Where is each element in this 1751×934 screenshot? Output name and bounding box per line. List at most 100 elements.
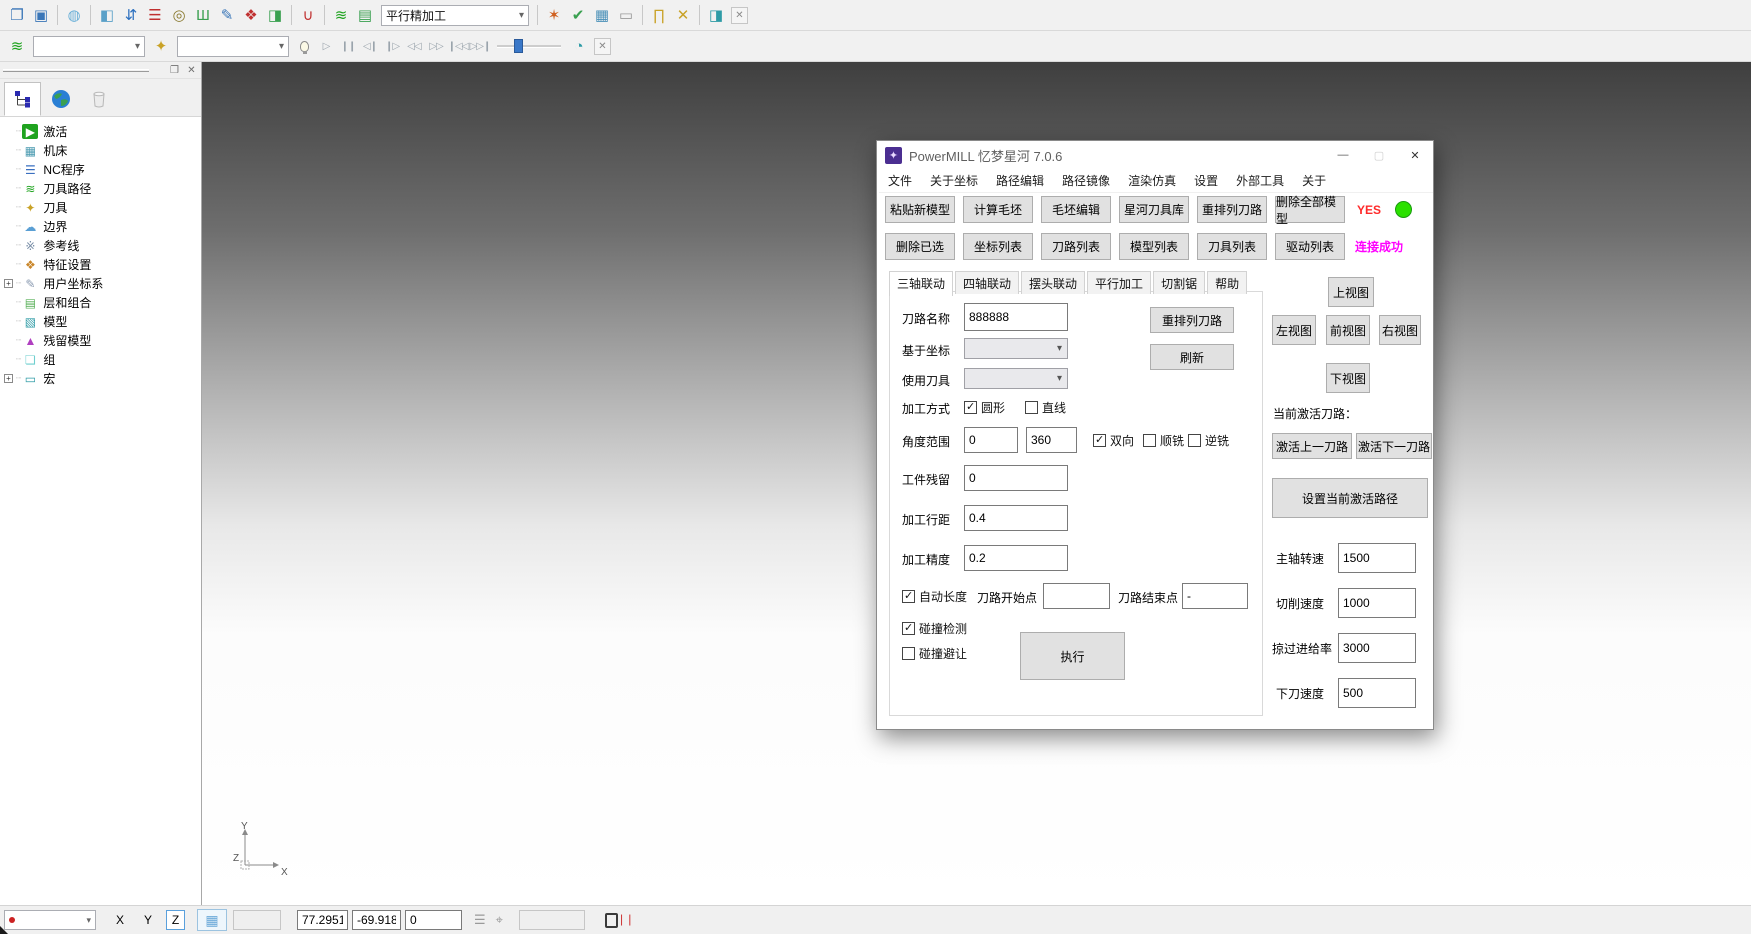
refresh-button[interactable]: 刷新 bbox=[1150, 344, 1234, 370]
angle-end-input[interactable] bbox=[1026, 427, 1077, 453]
front-view-button[interactable]: 前视图 bbox=[1326, 315, 1370, 345]
angle-start-input[interactable] bbox=[964, 427, 1018, 453]
block-edit-button[interactable]: 毛坯编辑 bbox=[1041, 196, 1111, 223]
resize-grip[interactable] bbox=[0, 926, 8, 934]
coordinate-x-field[interactable] bbox=[297, 910, 348, 930]
activate-prev-toolpath-button[interactable]: 激活上一刀路 bbox=[1272, 433, 1352, 459]
ruler-icon[interactable]: ▭ bbox=[614, 3, 638, 27]
probe-position-icon[interactable]: ⌖ bbox=[496, 912, 503, 928]
cutting-speed-input[interactable] bbox=[1338, 588, 1416, 618]
rewind-button[interactable]: ◁◁ bbox=[403, 34, 425, 58]
delete-all-models-button[interactable]: 删除全部模型 bbox=[1275, 196, 1345, 223]
clipboard-pause-icon[interactable] bbox=[605, 913, 618, 928]
open-project-icon[interactable]: ❐ bbox=[5, 3, 29, 27]
end-point-input[interactable] bbox=[1182, 583, 1248, 609]
based-coordinate-combo[interactable]: ▾ bbox=[964, 338, 1068, 359]
conventional-mill-checkbox[interactable]: 逆铣 bbox=[1188, 432, 1229, 449]
tab-saw[interactable]: 切割锯 bbox=[1153, 271, 1205, 294]
tool-pair-icon[interactable]: ∏ bbox=[647, 3, 671, 27]
rearrange-toolpath-button[interactable]: 重排列刀路 bbox=[1150, 307, 1234, 333]
window-minimize-button[interactable]: — bbox=[1325, 141, 1361, 169]
step-back-button[interactable]: ◁❙ bbox=[359, 34, 381, 58]
tab-tilting-head[interactable]: 摆头联动 bbox=[1021, 271, 1085, 294]
stepover-input[interactable] bbox=[964, 505, 1068, 531]
tool-list-button[interactable]: 刀具列表 bbox=[1197, 233, 1267, 260]
skim-feed-input[interactable] bbox=[1338, 633, 1416, 663]
explorer-tree-tab[interactable] bbox=[4, 82, 41, 116]
active-toolpath-icon[interactable]: ≋ bbox=[329, 3, 353, 27]
toolpath-name-input[interactable] bbox=[964, 303, 1068, 331]
coordinate-y-field[interactable] bbox=[352, 910, 401, 930]
tree-item-groups[interactable]: ┈❏组 bbox=[2, 350, 201, 369]
menu-coordinates[interactable]: 关于坐标 bbox=[921, 169, 987, 192]
tree-item-macros[interactable]: +┈▭宏 bbox=[2, 369, 201, 388]
tree-item-workplanes[interactable]: +┈✎用户坐标系 bbox=[2, 274, 201, 293]
window-close-button[interactable]: ✕ bbox=[1397, 141, 1433, 169]
top-view-button[interactable]: 上视图 bbox=[1328, 277, 1374, 307]
climb-mill-checkbox[interactable]: 顺铣 bbox=[1143, 432, 1184, 449]
expand-plus-icon[interactable]: + bbox=[4, 374, 13, 383]
circular-checkbox[interactable]: 圆形 bbox=[964, 399, 1005, 416]
coordinate-z-field[interactable] bbox=[405, 910, 462, 930]
simulation-toolpath-combo[interactable]: ▾ bbox=[33, 36, 145, 57]
toolpath-strategy-icon[interactable]: ⇵ bbox=[119, 3, 143, 27]
tree-item-nc-programs[interactable]: ┈☰NC程序 bbox=[2, 160, 201, 179]
menu-file[interactable]: 文件 bbox=[879, 169, 921, 192]
right-view-button[interactable]: 右视图 bbox=[1379, 315, 1421, 345]
collision-check-icon[interactable]: Ш bbox=[191, 3, 215, 27]
clock-icon[interactable]: ◔ bbox=[567, 34, 591, 58]
strategy-list-icon[interactable]: ▤ bbox=[353, 3, 377, 27]
pause-button[interactable]: ❙❙ bbox=[337, 34, 359, 58]
play-button[interactable]: ▷ bbox=[315, 34, 337, 58]
compute-block-button[interactable]: 计算毛坯 bbox=[963, 196, 1033, 223]
tree-item-patterns[interactable]: ┈※参考线 bbox=[2, 236, 201, 255]
go-to-start-button[interactable]: ❙◁◁ bbox=[447, 34, 469, 58]
axis-z-button[interactable]: Z bbox=[166, 910, 185, 930]
collision-check-checkbox[interactable]: 碰撞检测 bbox=[902, 620, 967, 637]
tool-block-icon[interactable]: ◨ bbox=[263, 3, 287, 27]
tab-4axis[interactable]: 四轴联动 bbox=[955, 271, 1019, 294]
block-icon[interactable]: ◧ bbox=[95, 3, 119, 27]
auto-length-checkbox[interactable]: 自动长度 bbox=[902, 588, 967, 605]
transform-arrows-icon[interactable]: ✕ bbox=[671, 3, 695, 27]
nc-program-icon[interactable]: ☰ bbox=[143, 3, 167, 27]
viewmill-teapot-icon[interactable]: ◍ bbox=[62, 3, 86, 27]
menu-settings[interactable]: 设置 bbox=[1185, 169, 1227, 192]
set-active-path-button[interactable]: 设置当前激活路径 bbox=[1272, 478, 1428, 518]
tool-check-icon[interactable]: ✔ bbox=[566, 3, 590, 27]
xinghe-tool-library-button[interactable]: 星河刀具库 bbox=[1119, 196, 1189, 223]
model-list-button[interactable]: 模型列表 bbox=[1119, 233, 1189, 260]
collision-avoid-checkbox[interactable]: 碰撞避让 bbox=[902, 645, 967, 662]
tab-help[interactable]: 帮助 bbox=[1207, 271, 1247, 294]
tree-item-toolpaths[interactable]: ┈≋刀具路径 bbox=[2, 179, 201, 198]
explorer-recycle-tab[interactable] bbox=[80, 82, 117, 116]
execute-button[interactable]: 执行 bbox=[1020, 632, 1125, 680]
window-maximize-button[interactable]: ▢ bbox=[1361, 141, 1397, 169]
tolerance-input[interactable] bbox=[964, 545, 1068, 571]
axis-y-button[interactable]: Y bbox=[138, 910, 158, 930]
status-combo[interactable]: ▾ bbox=[4, 910, 96, 930]
menu-render-simulation[interactable]: 渲染仿真 bbox=[1119, 169, 1185, 192]
delete-selected-button[interactable]: 删除已选 bbox=[885, 233, 955, 260]
line-checkbox[interactable]: 直线 bbox=[1025, 399, 1066, 416]
go-to-end-button[interactable]: ▷▷❙ bbox=[469, 34, 491, 58]
toolpath-spiral-icon[interactable]: ≋ bbox=[5, 34, 29, 58]
compare-cubes-icon[interactable]: ◨ bbox=[704, 3, 728, 27]
grid-snap-button[interactable]: ▦ bbox=[197, 909, 227, 931]
paste-new-model-button[interactable]: 粘贴新模型 bbox=[885, 196, 955, 223]
coordinate-list-button[interactable]: 坐标列表 bbox=[963, 233, 1033, 260]
curve-editor-icon[interactable]: ✎ bbox=[215, 3, 239, 27]
menu-about[interactable]: 关于 bbox=[1293, 169, 1335, 192]
stock-remain-input[interactable] bbox=[964, 465, 1068, 491]
expand-plus-icon[interactable]: + bbox=[4, 279, 13, 288]
status-empty-field-1[interactable] bbox=[233, 910, 281, 930]
tree-item-levels[interactable]: ┈▤层和组合 bbox=[2, 293, 201, 312]
menu-path-mirror[interactable]: 路径镜像 bbox=[1053, 169, 1119, 192]
tab-parallel[interactable]: 平行加工 bbox=[1087, 271, 1151, 294]
calculator-icon[interactable]: ▦ bbox=[590, 3, 614, 27]
save-project-icon[interactable]: ▣ bbox=[29, 3, 53, 27]
status-empty-field-2[interactable] bbox=[519, 910, 585, 930]
toolbar-close-icon[interactable]: ✕ bbox=[731, 7, 748, 24]
slider-handle[interactable] bbox=[514, 39, 523, 53]
tree-item-stock-models[interactable]: ┈▲残留模型 bbox=[2, 331, 201, 350]
